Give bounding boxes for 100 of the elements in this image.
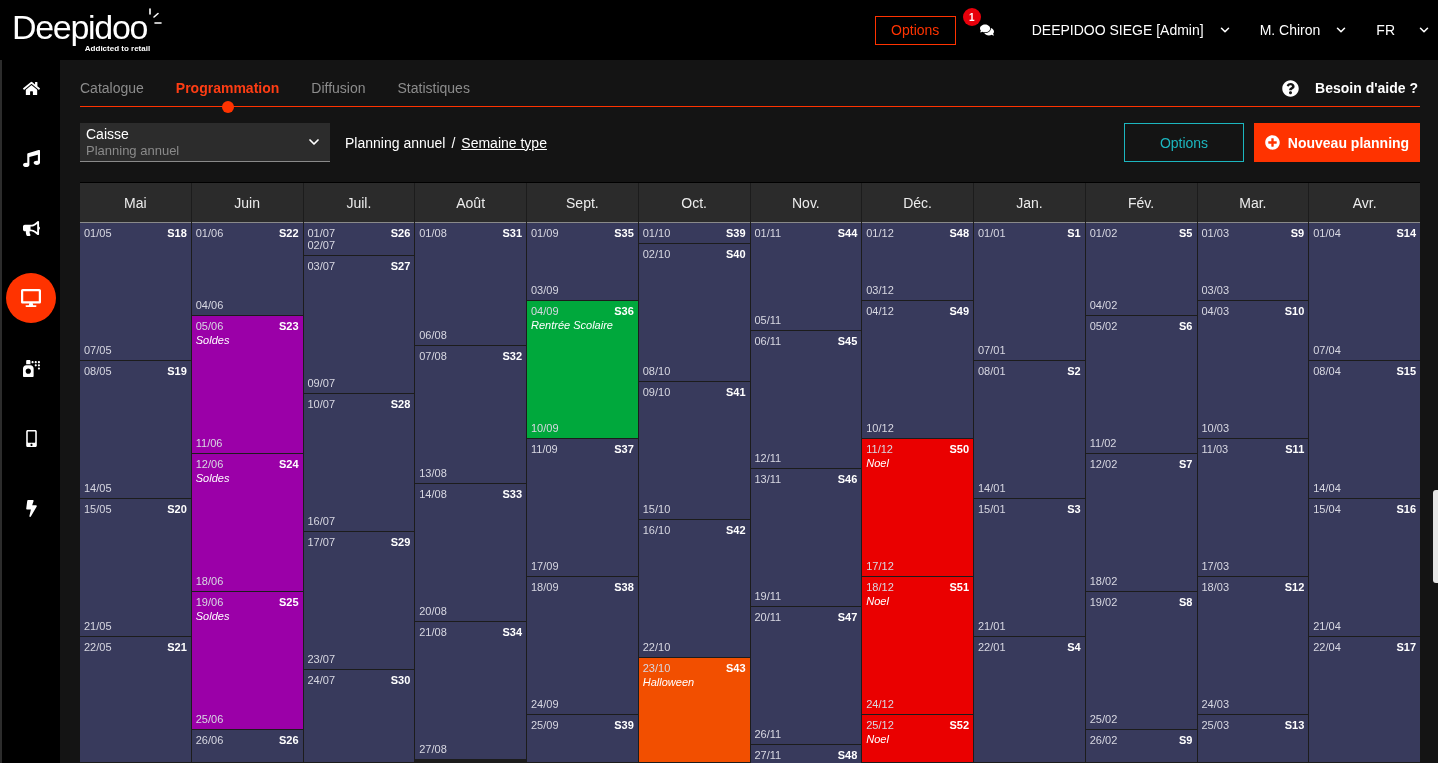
week-cell[interactable]: 22/01 S4 <box>974 637 1085 763</box>
start-date: 02/10 <box>642 248 671 260</box>
week-cell[interactable]: 27/11 S48 <box>750 745 862 763</box>
week-number: S20 <box>167 503 187 515</box>
planning-select[interactable]: Caisse Planning annuel <box>80 123 330 162</box>
week-cell[interactable]: 21/08 S34 27/08 <box>415 622 526 760</box>
week-cell[interactable]: 05/02 S6 11/02 <box>1085 316 1197 454</box>
week-cell[interactable]: 01/03 S9 03/03 <box>1197 223 1309 301</box>
week-cell[interactable]: 01/04 S14 07/04 <box>1309 223 1420 361</box>
week-cell[interactable]: 05/06 S23 Soldes 11/06 <box>191 316 303 454</box>
end-date: 11/02 <box>1089 437 1118 449</box>
week-cell[interactable]: 09/10 S41 15/10 <box>638 382 750 520</box>
week-cell[interactable]: 01/09 S35 03/09 <box>527 223 638 301</box>
week-cell[interactable]: 08/01 S2 14/01 <box>974 361 1085 499</box>
week-number: S7 <box>1179 458 1193 470</box>
week-cell[interactable]: 06/11 S45 12/11 <box>750 331 862 469</box>
start-date: 27/11 <box>754 749 782 761</box>
week-cell[interactable]: 20/11 S47 26/11 <box>750 607 862 745</box>
dropdown-menu-button[interactable]: FR <box>1376 22 1431 38</box>
week-number: S22 <box>278 227 299 239</box>
week-cell[interactable]: 11/09 S37 17/09 <box>527 439 638 577</box>
scrollbar-thumb[interactable] <box>1433 490 1438 583</box>
week-cell[interactable]: 04/12 S49 10/12 <box>862 301 973 439</box>
breadcrumb-link[interactable]: Semaine type <box>461 134 547 151</box>
nav-tab[interactable]: Catalogue <box>80 78 144 98</box>
end-date: 03/09 <box>531 284 560 296</box>
week-cell[interactable]: 12/06 S24 Soldes 18/06 <box>191 454 303 592</box>
nav-tab[interactable]: Statistiques <box>397 78 470 98</box>
start-date: 01/01 <box>978 227 1006 239</box>
week-cell[interactable]: 24/07 S30 <box>303 670 415 763</box>
week-cell[interactable]: 01/05 S18 07/05 <box>80 223 191 361</box>
end-date: 24/12 <box>866 698 895 710</box>
week-cell[interactable]: 08/05 S19 14/05 <box>80 361 191 499</box>
week-cell[interactable]: 12/02 S7 18/02 <box>1085 454 1197 592</box>
week-cell[interactable]: 22/05 S21 <box>80 637 191 763</box>
week-cell[interactable]: 01/02 S5 04/02 <box>1085 223 1197 316</box>
week-cell[interactable]: 18/09 S38 24/09 <box>527 577 638 715</box>
start-date: 11/03 <box>1201 443 1229 455</box>
week-cell[interactable]: 10/07 S28 16/07 <box>303 394 415 532</box>
end-date: 10/09 <box>531 422 560 434</box>
week-number: S28 <box>390 398 411 410</box>
week-cell[interactable]: 01/06 S22 04/06 <box>191 223 303 316</box>
dropdown-menu-button[interactable]: M. Chiron <box>1259 22 1349 38</box>
week-cell[interactable]: 13/11 S46 19/11 <box>750 469 862 607</box>
music-note-icon <box>22 149 40 167</box>
week-number: S27 <box>390 260 411 272</box>
options-button[interactable]: Options <box>874 15 956 45</box>
week-cell[interactable]: 01/10 S39 <box>638 223 750 244</box>
notification-badge: 1 <box>962 8 981 26</box>
week-number: S30 <box>390 674 411 686</box>
nav-tab[interactable]: Diffusion <box>311 78 366 98</box>
week-cell[interactable]: 01/08 S31 06/08 <box>415 223 526 346</box>
week-cell[interactable]: 18/03 S12 24/03 <box>1197 577 1309 715</box>
end-date: 21/01 <box>978 620 1007 632</box>
week-number: S31 <box>502 227 522 239</box>
week-cell[interactable]: 04/03 S10 10/03 <box>1197 301 1309 439</box>
week-cell[interactable]: 14/08 S33 20/08 <box>415 484 526 622</box>
start-date: 01/10 <box>642 227 671 239</box>
week-cell[interactable]: 26/02 S9 <box>1085 730 1197 763</box>
week-cell[interactable]: 02/10 S40 08/10 <box>638 244 750 382</box>
dropdown-menu-button[interactable]: DEEPIDOO SIEGE [Admin] <box>1031 22 1232 38</box>
end-date: 25/02 <box>1089 713 1119 725</box>
week-cell[interactable]: 01/11 S44 05/11 <box>750 223 862 331</box>
week-cell[interactable]: 07/08 S32 13/08 <box>415 346 526 484</box>
week-cell[interactable]: 25/09 S39 <box>527 715 638 763</box>
week-cell[interactable]: 01/07 S26 02/07 <box>303 223 415 256</box>
start-date: 12/06 <box>195 458 224 470</box>
week-cell[interactable]: 11/03 S11 17/03 <box>1197 439 1309 577</box>
week-cell[interactable]: 15/01 S3 21/01 <box>974 499 1085 637</box>
new-planning-button[interactable]: Nouveau planning <box>1254 123 1420 162</box>
chat-icon[interactable] <box>979 23 994 37</box>
week-cell[interactable]: 19/02 S8 25/02 <box>1085 592 1197 730</box>
week-cell[interactable]: 22/04 S17 <box>1309 637 1420 763</box>
start-date: 15/04 <box>1313 503 1341 515</box>
week-cell[interactable]: 16/10 S42 22/10 <box>638 520 750 658</box>
week-cell[interactable]: 01/12 S48 03/12 <box>862 223 973 301</box>
week-cell[interactable]: 25/03 S13 <box>1197 715 1309 763</box>
week-number: S45 <box>837 335 858 347</box>
sidebar-button[interactable] <box>6 273 56 323</box>
event-label: Noel <box>866 733 889 745</box>
week-cell[interactable]: 08/04 S15 14/04 <box>1309 361 1420 499</box>
help-button[interactable]: Besoin d'aide ? <box>1282 78 1420 98</box>
week-cell[interactable]: 11/12 S50 Noel 17/12 <box>862 439 973 577</box>
week-cell[interactable]: 18/12 S51 Noel 24/12 <box>862 577 973 715</box>
week-cell[interactable]: 15/04 S16 21/04 <box>1309 499 1420 637</box>
week-number: S35 <box>614 227 634 239</box>
week-cell[interactable]: 19/06 S25 Soldes 25/06 <box>191 592 303 730</box>
week-number: S51 <box>949 581 969 593</box>
nav-tab[interactable]: Programmation <box>175 78 280 98</box>
week-cell[interactable]: 26/06 S26 <box>191 730 303 763</box>
month-header: Oct. <box>638 183 750 223</box>
week-cell[interactable]: 25/12 S52 Noel <box>862 715 973 763</box>
options-button[interactable]: Options <box>1124 123 1244 162</box>
week-cell[interactable]: 17/07 S29 23/07 <box>303 532 415 670</box>
week-cell[interactable]: 15/05 S20 21/05 <box>80 499 191 637</box>
week-cell[interactable]: 01/01 S1 07/01 <box>974 223 1085 361</box>
week-cell[interactable]: 03/07 S27 09/07 <box>303 256 415 394</box>
week-number: S9 <box>1179 734 1193 746</box>
start-date: 08/05 <box>84 365 112 377</box>
week-cell[interactable]: 23/10 S43 Halloween <box>638 658 750 763</box>
